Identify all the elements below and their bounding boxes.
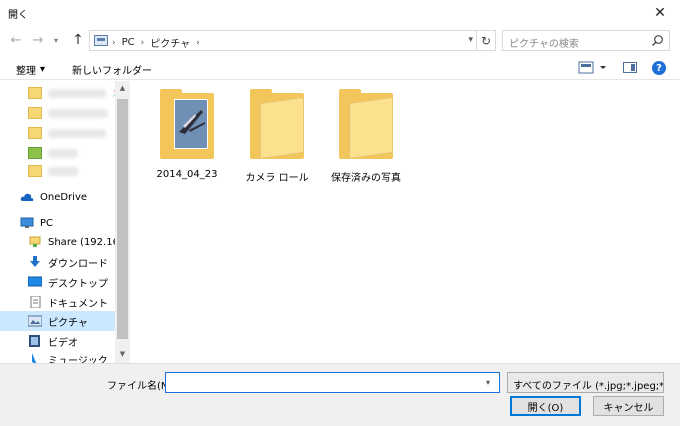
- filename-input[interactable]: [165, 372, 500, 393]
- folder-icon: [250, 89, 304, 159]
- blurred-label: [48, 166, 78, 176]
- blurred-label: [48, 88, 106, 98]
- sidebar-item-onedrive[interactable]: OneDrive: [20, 187, 130, 207]
- sidebar-item-label: デスクトップ: [48, 278, 108, 290]
- folder-icon: [28, 107, 42, 119]
- music-icon: [32, 353, 37, 363]
- cancel-button[interactable]: キャンセル: [593, 396, 664, 416]
- download-icon: [30, 256, 40, 267]
- chevron-down-icon[interactable]: ▾: [486, 378, 490, 387]
- forward-button[interactable]: →: [30, 32, 46, 48]
- pictures-icon: [28, 315, 42, 327]
- breadcrumb-separator[interactable]: ›: [141, 38, 145, 48]
- title-bar: 開く ✕: [0, 0, 680, 26]
- view-options-icon[interactable]: [578, 61, 610, 75]
- search-placeholder: ピクチャの検索: [509, 39, 579, 50]
- preview-pane-icon[interactable]: [623, 62, 637, 73]
- organize-button[interactable]: 整理 ▾: [16, 62, 45, 77]
- cloud-icon: [20, 193, 34, 201]
- network-drive-icon: [29, 236, 41, 247]
- command-toolbar: 整理 ▾ 新しいフォルダー ?: [0, 56, 680, 80]
- back-button[interactable]: ←: [8, 32, 24, 48]
- breadcrumb-pictures[interactable]: ピクチャ: [150, 35, 190, 50]
- refresh-button[interactable]: ↻: [477, 30, 496, 51]
- folder-icon: [339, 89, 393, 159]
- navigation-scrollbar[interactable]: ▲ ▼: [115, 81, 130, 363]
- file-name: 2014_04_23: [156, 169, 218, 180]
- sidebar-item-label: ビデオ: [48, 337, 78, 349]
- desktop-icon: [28, 276, 42, 287]
- close-button[interactable]: ✕: [640, 0, 680, 26]
- folder-with-photo-icon: [160, 89, 214, 159]
- dialog-footer: ファイル名(N): ▾ すべてのファイル (*.jpg;*.jpeg;*.bm …: [0, 363, 680, 426]
- recent-locations-button[interactable]: ▾: [50, 32, 62, 48]
- scroll-down-icon[interactable]: ▼: [115, 347, 130, 361]
- pictures-location-icon: [94, 35, 108, 46]
- file-list-pane: 2014_04_23 カメラ ロール 保存済みの写真: [130, 81, 680, 363]
- file-name: 保存済みの写真: [331, 173, 401, 184]
- folder-icon: [28, 165, 42, 177]
- scroll-up-icon[interactable]: ▲: [115, 81, 130, 95]
- address-dropdown-icon[interactable]: ▾: [468, 35, 473, 45]
- file-name: カメラ ロール: [245, 173, 309, 184]
- blurred-label: [48, 108, 108, 118]
- sidebar-item-label: ピクチャ: [48, 317, 88, 329]
- file-type-select[interactable]: すべてのファイル (*.jpg;*.jpeg;*.bm: [507, 372, 664, 393]
- sidebar-item-label: PC: [40, 217, 54, 229]
- sidebar-item-label: ドキュメント: [48, 298, 108, 310]
- breadcrumb-separator[interactable]: ›: [196, 38, 200, 48]
- open-button[interactable]: 開く(O): [510, 396, 581, 416]
- breadcrumb-pc[interactable]: PC: [122, 37, 135, 48]
- organize-label: 整理: [16, 66, 36, 77]
- document-icon: [30, 296, 41, 308]
- file-item[interactable]: 2014_04_23: [147, 89, 227, 180]
- file-item[interactable]: 保存済みの写真: [326, 89, 406, 184]
- file-item[interactable]: カメラ ロール: [237, 89, 317, 184]
- breadcrumb: › PC › ピクチャ ›: [112, 35, 200, 50]
- scrollbar-thumb[interactable]: [117, 99, 128, 339]
- sidebar-item-pictures[interactable]: ピクチャ: [0, 311, 115, 331]
- folder-icon: [28, 127, 42, 139]
- up-button[interactable]: ↑: [70, 32, 86, 48]
- navigation-pane: 📌 OneDrive PC Share (192.168.1. ダウンロード デ…: [0, 81, 130, 363]
- search-icon[interactable]: [651, 34, 664, 47]
- blurred-label: [48, 128, 106, 138]
- address-bar[interactable]: › PC › ピクチャ › ▾: [89, 30, 477, 51]
- video-icon: [29, 335, 40, 347]
- blurred-label: [48, 148, 78, 158]
- search-input[interactable]: ピクチャの検索: [502, 30, 670, 51]
- sidebar-item-label: OneDrive: [40, 191, 88, 203]
- sidebar-item-label: ダウンロード: [48, 258, 108, 270]
- computer-icon: [20, 217, 34, 228]
- help-button[interactable]: ?: [652, 61, 666, 75]
- window-title: 開く: [8, 10, 28, 21]
- folder-icon: [28, 87, 42, 99]
- sidebar-item-label: ミュージック: [48, 355, 108, 364]
- navigation-bar: ← → ▾ ↑ › PC › ピクチャ › ▾ ↻ ピクチャの検索: [0, 26, 680, 56]
- sidebar-item-pc[interactable]: PC: [20, 213, 130, 233]
- new-folder-button[interactable]: 新しいフォルダー: [72, 62, 152, 77]
- folder-icon: [28, 147, 42, 159]
- breadcrumb-separator[interactable]: ›: [112, 38, 116, 48]
- chevron-down-icon: ▾: [40, 64, 46, 75]
